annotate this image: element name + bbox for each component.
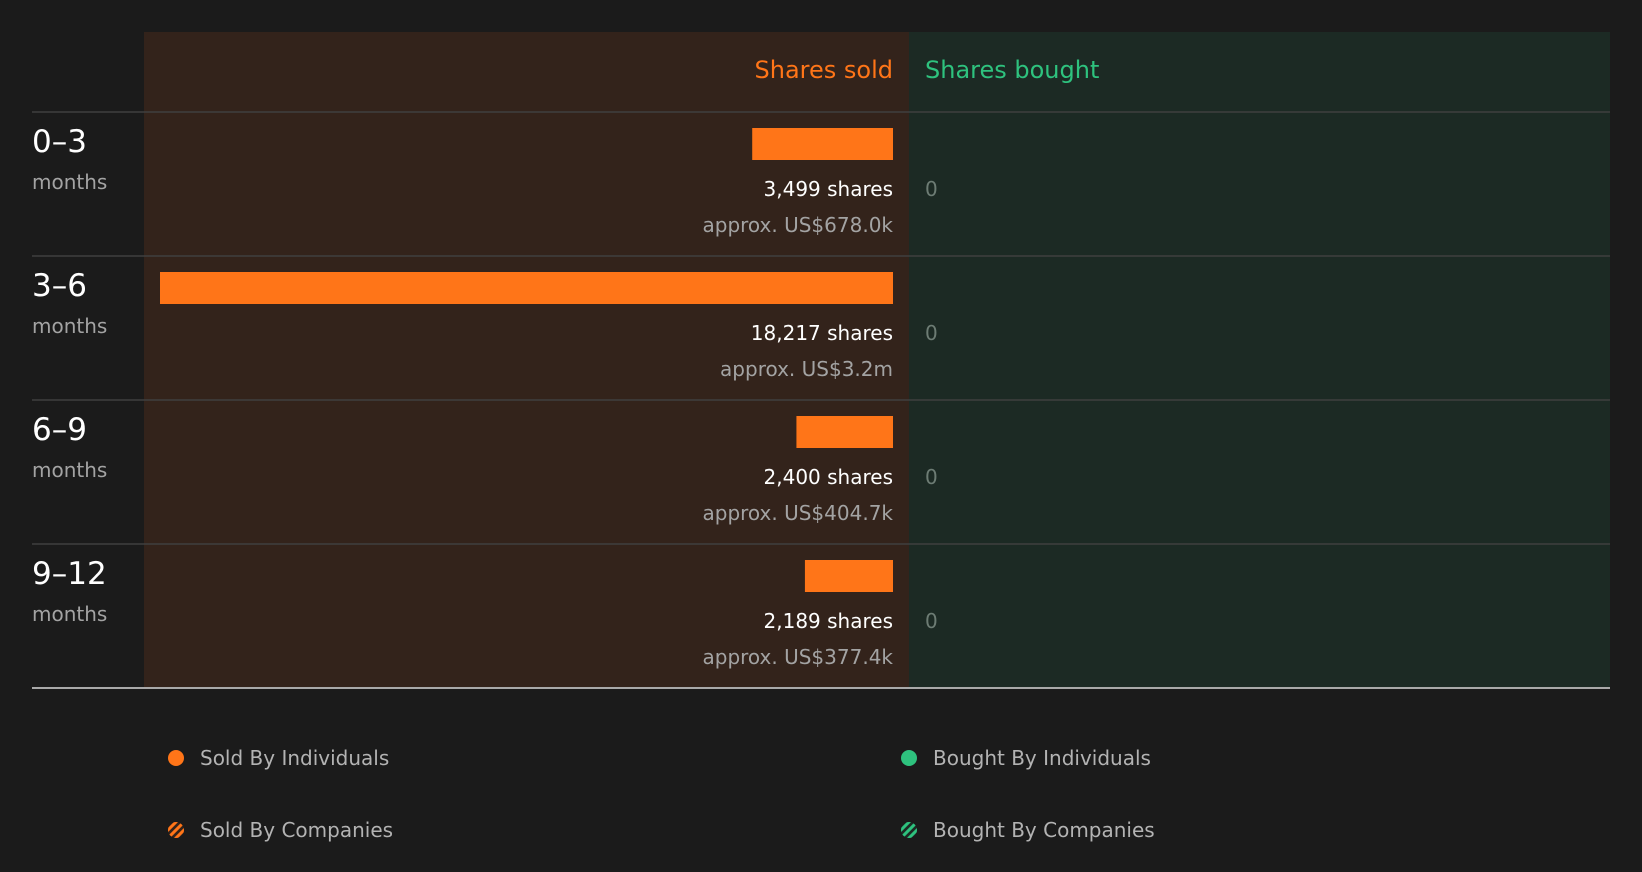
orange-hatched-circle-icon (168, 822, 184, 838)
legend-label: Sold By Companies (200, 818, 394, 842)
bought-shares-label: 0 (925, 321, 938, 345)
sold-value-label: approx. US$678.0k (703, 213, 894, 237)
period-label: 6–9 (32, 412, 87, 448)
period-label: 0–3 (32, 124, 87, 160)
sold-value-label: approx. US$377.4k (703, 645, 894, 669)
legend-item-sold-individuals: Sold By Individuals (168, 746, 389, 770)
legend-label: Sold By Individuals (200, 746, 390, 770)
sold-bar (752, 128, 893, 160)
period-label: 3–6 (32, 268, 87, 304)
sold-value-label: approx. US$404.7k (703, 501, 894, 525)
period-label: 9–12 (32, 556, 107, 592)
sold-shares-label: 2,400 shares (764, 465, 893, 489)
legend-item-sold-companies: Sold By Companies (168, 818, 393, 842)
sold-bar (796, 416, 893, 448)
sold-shares-label: 18,217 shares (751, 321, 893, 345)
sold-bar (804, 560, 893, 592)
sold-shares-label: 2,189 shares (764, 609, 893, 633)
sold-value-label: approx. US$3.2m (720, 357, 893, 381)
bought-column-header: Shares bought (925, 56, 1099, 84)
green-dot-icon (901, 750, 917, 766)
sold-bar (160, 272, 893, 304)
sold-shares-label: 3,499 shares (764, 177, 893, 201)
period-unit-label: months (32, 314, 107, 338)
chart-legend: Sold By Individuals Bought By Individual… (0, 720, 1642, 872)
period-unit-label: months (32, 602, 107, 626)
bought-panel (909, 32, 1610, 688)
legend-item-bought-companies: Bought By Companies (901, 818, 1155, 842)
legend-label: Bought By Individuals (933, 746, 1151, 770)
insider-trading-chart: Shares sold Shares bought 0–3 months 3,499 s… (32, 32, 1610, 689)
green-hatched-circle-icon (901, 822, 917, 838)
orange-dot-icon (168, 750, 184, 766)
bought-shares-label: 0 (925, 609, 938, 633)
bought-shares-label: 0 (925, 177, 938, 201)
legend-item-bought-individuals: Bought By Individuals (901, 746, 1151, 770)
period-unit-label: months (32, 458, 107, 482)
bought-shares-label: 0 (925, 465, 938, 489)
period-unit-label: months (32, 170, 107, 194)
sold-column-header: Shares sold (755, 56, 893, 84)
legend-label: Bought By Companies (933, 818, 1155, 842)
